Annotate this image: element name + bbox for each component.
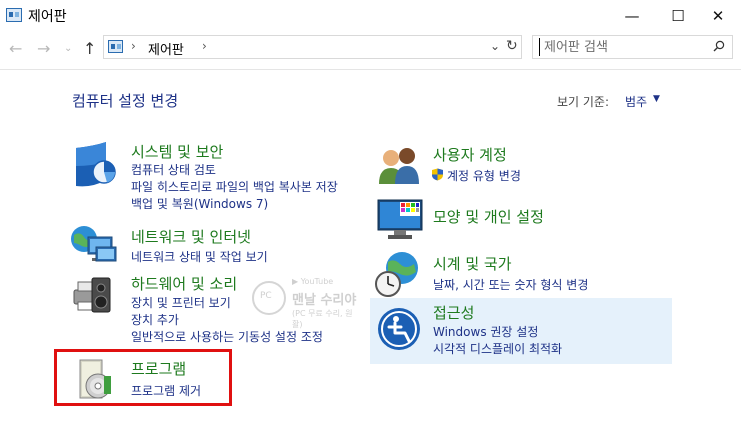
link-backup-restore[interactable]: 백업 및 복원(Windows 7) xyxy=(131,195,268,212)
close-button[interactable]: ✕ xyxy=(695,0,741,31)
link-date-time-format[interactable]: 날짜, 시간 또는 숫자 형식 변경 xyxy=(433,276,588,293)
forward-arrow-icon[interactable]: → xyxy=(37,39,50,58)
link-add-device[interactable]: 장치 추가 xyxy=(131,311,179,328)
address-toolbar: ← → ⌄ ↑ › 제어판 › ⌄ ↻ xyxy=(0,31,741,69)
view-by-dropdown[interactable]: 범주 xyxy=(625,93,647,110)
watermark-badge: PC xyxy=(260,291,272,301)
watermark-channel-name: 맨날 수리야 xyxy=(292,293,357,308)
link-review-computer-status[interactable]: 컴퓨터 상태 검토 xyxy=(131,161,216,178)
search-icon[interactable] xyxy=(713,40,725,52)
link-mobility-settings[interactable]: 일반적으로 사용하는 기동성 설정 조정 xyxy=(131,328,323,345)
link-network-status[interactable]: 네트워크 상태 및 작업 보기 xyxy=(131,248,268,265)
window-title: 제어판 xyxy=(28,9,67,25)
watermark-youtube: ▶ YouTube xyxy=(292,277,334,286)
clock-region-icon[interactable] xyxy=(374,250,422,298)
view-by-chevron-icon[interactable]: ▼ xyxy=(653,94,660,104)
uac-shield-icon xyxy=(432,168,443,181)
recent-locations-chevron-icon[interactable]: ⌄ xyxy=(64,43,72,54)
category-hardware-sound[interactable]: 하드웨어 및 소리 xyxy=(131,273,237,294)
search-input[interactable] xyxy=(539,38,709,56)
category-appearance-personalization[interactable]: 모양 및 개인 설정 xyxy=(433,206,544,227)
breadcrumb-chevron-icon[interactable]: › xyxy=(131,39,136,53)
category-ease-of-access[interactable]: 접근성 xyxy=(433,302,474,323)
category-clock-region[interactable]: 시계 및 국가 xyxy=(433,253,512,274)
network-globe-icon[interactable] xyxy=(70,221,118,269)
user-accounts-icon[interactable] xyxy=(375,144,423,192)
link-change-account-type[interactable]: 계정 유형 변경 xyxy=(447,167,521,184)
address-bar[interactable]: › 제어판 › ⌄ ↻ xyxy=(103,35,522,59)
breadcrumb-chevron-icon[interactable]: › xyxy=(202,39,207,53)
printer-speaker-icon[interactable] xyxy=(70,272,118,320)
watermark-subtitle: (PC 무료 수리, 원활) xyxy=(292,309,353,329)
minimize-button[interactable]: — xyxy=(609,0,655,31)
link-devices-printers[interactable]: 장치 및 프린터 보기 xyxy=(131,294,231,311)
page-title: 컴퓨터 설정 변경 xyxy=(72,92,179,110)
category-user-accounts[interactable]: 사용자 계정 xyxy=(433,144,507,165)
category-network-internet[interactable]: 네트워크 및 인터넷 xyxy=(131,226,251,247)
title-bar: 제어판 — ☐ ✕ xyxy=(0,0,741,31)
search-box[interactable] xyxy=(532,35,733,59)
link-windows-recommended-settings[interactable]: Windows 권장 설정 xyxy=(433,323,538,340)
shield-icon[interactable] xyxy=(72,142,120,190)
refresh-icon[interactable]: ↻ xyxy=(506,38,518,54)
view-by-label: 보기 기준: xyxy=(557,95,610,109)
appearance-monitor-icon[interactable] xyxy=(376,196,424,244)
breadcrumb-control-panel[interactable]: 제어판 xyxy=(148,39,184,58)
link-optimize-visual-display[interactable]: 시각적 디스플레이 최적화 xyxy=(433,340,562,357)
control-panel-icon xyxy=(108,40,123,53)
control-panel-icon xyxy=(6,8,22,22)
toolbar-divider xyxy=(0,69,741,70)
channel-watermark: PC ▶ YouTube 맨날 수리야 (PC 무료 수리, 원활) xyxy=(252,277,362,329)
address-dropdown-chevron-icon[interactable]: ⌄ xyxy=(490,39,500,53)
highlight-box xyxy=(54,349,232,406)
up-arrow-icon[interactable]: ↑ xyxy=(83,39,96,58)
link-file-history-backup[interactable]: 파일 히스토리로 파일의 백업 복사본 저장 xyxy=(131,178,338,195)
back-arrow-icon[interactable]: ← xyxy=(9,39,22,58)
ease-of-access-icon[interactable] xyxy=(375,305,423,353)
category-system-security[interactable]: 시스템 및 보안 xyxy=(131,141,223,162)
